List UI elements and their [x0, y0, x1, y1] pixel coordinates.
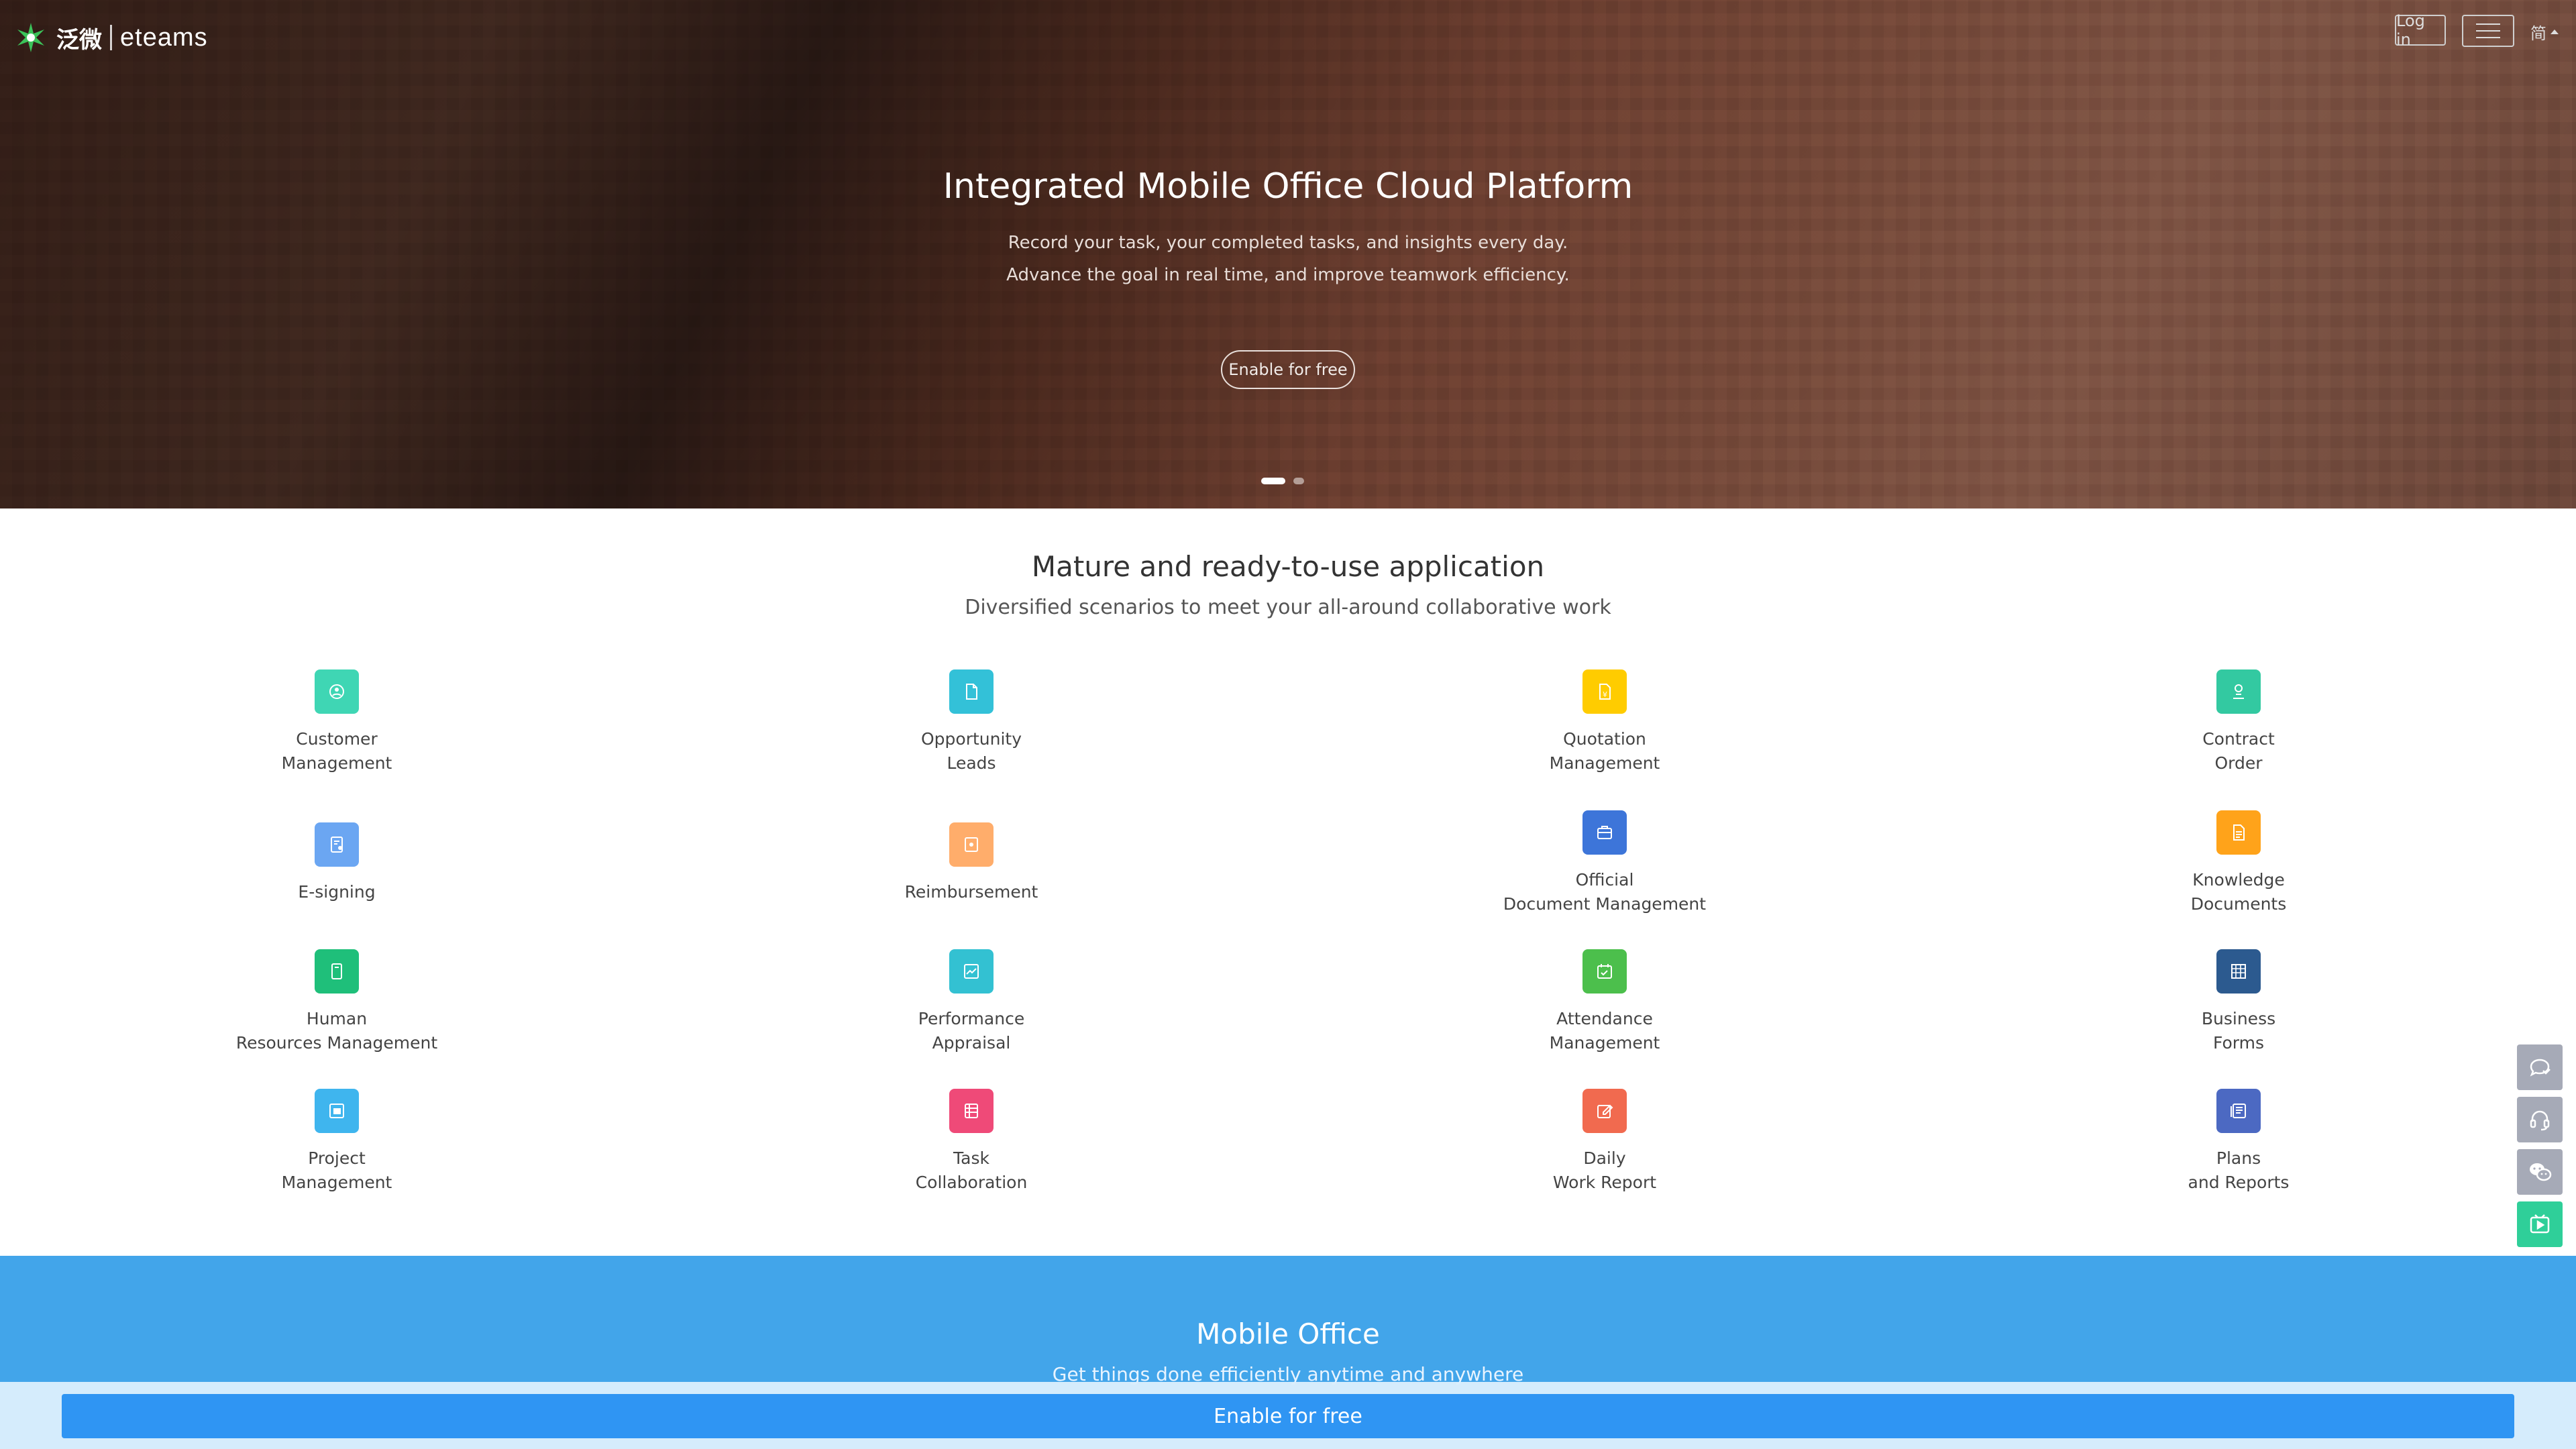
headset-icon	[2530, 1110, 2550, 1131]
carousel-dot-2[interactable]	[1293, 478, 1304, 484]
language-selector[interactable]: 简	[2530, 20, 2559, 44]
document-icon	[949, 669, 994, 714]
app-tile[interactable]: Daily Work Report	[1430, 1089, 1779, 1195]
logo-separator	[110, 25, 112, 50]
app-tile[interactable]: Reimbursement	[797, 822, 1146, 904]
app-tile[interactable]: Knowledge Documents	[2064, 810, 2413, 916]
enable-free-button[interactable]: Enable for free	[1221, 350, 1355, 389]
app-tile-label: Task Collaboration	[915, 1148, 1028, 1192]
hero-banner: 泛微 eteams Log in 简 Integrated Mobile Off…	[0, 0, 2576, 508]
mobile-office-title: Mobile Office	[1196, 1318, 1380, 1350]
wechat-button[interactable]	[2517, 1149, 2563, 1195]
caret-up-icon	[2551, 30, 2559, 34]
brand-logo[interactable]: 泛微 eteams	[13, 16, 208, 59]
app-tile-label: Project Management	[281, 1148, 392, 1192]
app-tile[interactable]: Customer Management	[162, 669, 511, 775]
app-tile[interactable]: Plans and Reports	[2064, 1089, 2413, 1195]
app-tile[interactable]: Official Document Management	[1430, 810, 1779, 916]
app-tile-label: Quotation Management	[1549, 729, 1660, 773]
wechat-icon	[2530, 1163, 2552, 1181]
briefcase-icon	[1582, 810, 1627, 855]
app-tile[interactable]: Attendance Management	[1430, 949, 1779, 1055]
language-label: 简	[2530, 24, 2546, 43]
knowledge-icon	[2216, 810, 2261, 855]
app-tile[interactable]: Contract Order	[2064, 669, 2413, 775]
app-tile-label: Human Resources Management	[235, 1009, 438, 1053]
apps-section-title: Mature and ready-to-use application	[1031, 550, 1545, 583]
hero-title: Integrated Mobile Office Cloud Platform	[943, 166, 1633, 207]
app-tile-label: Plans and Reports	[2188, 1148, 2290, 1192]
esign-icon	[315, 822, 359, 867]
hero-subtitle-line2: Advance the goal in real time, and impro…	[1006, 265, 1570, 285]
project-icon	[315, 1089, 359, 1133]
app-tile-label: Business Forms	[2201, 1009, 2276, 1053]
app-tile[interactable]: Opportunity Leads	[797, 669, 1146, 775]
app-tile[interactable]: Task Collaboration	[797, 1089, 1146, 1195]
carousel-dot-1[interactable]	[1261, 478, 1285, 484]
hr-icon	[315, 949, 359, 994]
play-video-icon	[2530, 1214, 2550, 1234]
plans-icon	[2216, 1089, 2261, 1133]
contract-icon	[2216, 669, 2261, 714]
hamburger-icon-line	[2476, 37, 2500, 38]
logo-mark-icon	[17, 23, 44, 52]
app-tile[interactable]: E-signing	[162, 822, 511, 904]
carousel-indicators	[1261, 478, 1304, 484]
login-button[interactable]: Log in	[2395, 11, 2446, 49]
task-icon	[949, 1089, 994, 1133]
app-tile-label: Performance Appraisal	[918, 1009, 1025, 1053]
edit-icon	[1582, 1089, 1627, 1133]
app-tile[interactable]: ¥ Quotation Management	[1430, 669, 1779, 775]
hero-subtitle-line1: Record your task, your completed tasks, …	[1008, 233, 1568, 253]
app-tile-label: E-signing	[298, 882, 376, 902]
app-tile-label: Opportunity Leads	[920, 729, 1022, 773]
grid-icon	[2216, 949, 2261, 994]
quotation-icon: ¥	[1582, 669, 1627, 714]
logo-cn-text: 泛微	[56, 26, 102, 54]
app-tile-label: Daily Work Report	[1552, 1148, 1657, 1192]
hamburger-icon	[2476, 23, 2500, 25]
hamburger-icon-line	[2476, 30, 2500, 32]
app-tile-label: Reimbursement	[904, 882, 1038, 902]
chat-bubble-icon	[2530, 1059, 2551, 1077]
customer-icon	[315, 669, 359, 714]
customer-service-button[interactable]	[2517, 1097, 2563, 1142]
app-tile[interactable]: Human Resources Management	[162, 949, 511, 1055]
app-tile-label: Attendance Management	[1549, 1009, 1660, 1053]
app-tile-label: Knowledge Documents	[2190, 870, 2287, 914]
bottom-enable-free-button[interactable]: Enable for free	[62, 1394, 2514, 1438]
video-demo-button[interactable]	[2517, 1201, 2563, 1247]
apps-section-subtitle: Diversified scenarios to meet your all-a…	[965, 596, 1611, 619]
app-tile[interactable]: Business Forms	[2064, 949, 2413, 1055]
app-tile[interactable]: Performance Appraisal	[797, 949, 1146, 1055]
svg-text:¥: ¥	[1603, 690, 1607, 699]
app-tile-label: Customer Management	[281, 729, 392, 773]
app-tile[interactable]: Project Management	[162, 1089, 511, 1195]
performance-icon	[949, 949, 994, 994]
menu-button[interactable]	[2462, 15, 2514, 47]
logo-en-text: eteams	[120, 23, 208, 52]
app-tile-label: Official Document Management	[1503, 870, 1707, 914]
reimbursement-icon	[949, 822, 994, 867]
attendance-icon	[1582, 949, 1627, 994]
online-chat-button[interactable]	[2517, 1044, 2563, 1090]
app-tile-label: Contract Order	[2202, 729, 2275, 773]
